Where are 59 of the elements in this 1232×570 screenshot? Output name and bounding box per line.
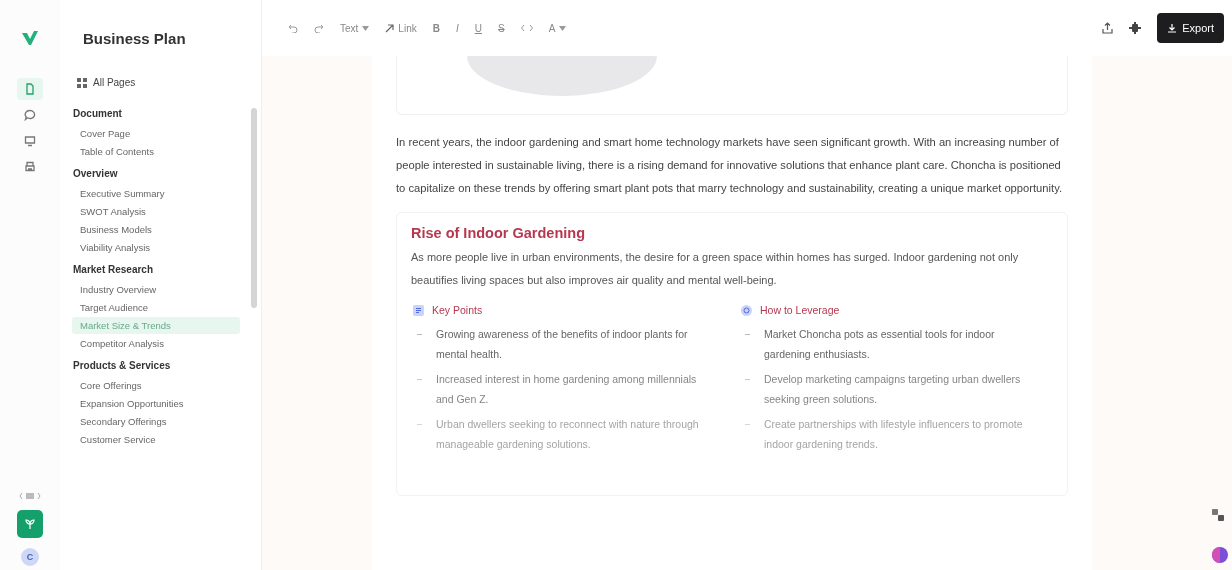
section-heading: Products & Services bbox=[73, 360, 172, 371]
target-icon bbox=[741, 304, 752, 316]
panel-toggle-icon[interactable] bbox=[19, 492, 41, 500]
nav-item[interactable]: Competitor Analysis bbox=[72, 335, 240, 352]
nav-item[interactable]: Executive Summary bbox=[72, 185, 240, 202]
download-icon bbox=[1167, 23, 1178, 33]
plugin-icon[interactable] bbox=[1129, 22, 1142, 34]
scrollbar[interactable] bbox=[251, 108, 257, 308]
bullet-text: Create partnerships with lifestyle influencers to promote indoor gardening trends. bbox=[764, 417, 1024, 452]
logo-icon bbox=[21, 30, 39, 46]
section-heading: Market Research bbox=[73, 264, 155, 275]
card-paragraph: As more people live in urban environments, the desire for a green space within homes has surged. Indoor gardening not only beautifies living spaces but also improves air quality and mental well-being. bbox=[411, 250, 1020, 288]
section-heading: Overview bbox=[73, 168, 119, 179]
nav-item[interactable]: Industry Overview bbox=[72, 281, 240, 298]
list-icon bbox=[413, 304, 424, 316]
body-paragraph: In recent years, the indoor gardening and smart home technology markets have seen significant growth. With an increasing number of people interested in sustainable living, there is a rising demand for innovative solutions that enhance plant care. Choncha is positioned to capitalize on these trends by offering smart plant pots that marry technology and sustainability, creating a unique market opportunity. bbox=[396, 135, 1064, 196]
nav-item[interactable]: Target Audience bbox=[72, 299, 240, 316]
nav-item[interactable]: Cover Page bbox=[72, 125, 240, 142]
share-icon[interactable] bbox=[1102, 22, 1114, 34]
grid-icon bbox=[77, 77, 87, 88]
underline-button[interactable]: U bbox=[474, 22, 482, 34]
link-button[interactable]: Link bbox=[385, 22, 417, 34]
bold-button[interactable]: B bbox=[432, 22, 440, 34]
nav-item[interactable]: Core Offerings bbox=[72, 377, 240, 394]
bullet-text: Growing awareness of the benefits of indoor plants for mental health. bbox=[436, 327, 689, 362]
nav-item[interactable]: Viability Analysis bbox=[72, 239, 240, 256]
nav-item[interactable]: Secondary Offerings bbox=[72, 413, 240, 430]
all-pages-label: All Pages bbox=[93, 77, 136, 88]
arrow-icon bbox=[385, 23, 395, 33]
card-title: Rise of Indoor Gardening bbox=[411, 225, 586, 241]
caret-icon bbox=[362, 25, 370, 31]
undo-icon[interactable] bbox=[288, 23, 298, 33]
bullet-text: Urban dwellers seeking to reconnect with nature through manageable gardening solutions. bbox=[436, 417, 700, 452]
text-style-dropdown[interactable]: Text bbox=[340, 22, 370, 34]
section-heading: Document bbox=[73, 108, 123, 119]
all-pages-link[interactable]: All Pages bbox=[77, 77, 261, 88]
strikethrough-button[interactable]: S bbox=[497, 22, 505, 34]
code-icon[interactable] bbox=[520, 24, 533, 32]
italic-button[interactable]: I bbox=[455, 22, 459, 34]
document-icon[interactable] bbox=[17, 78, 43, 100]
plant-button[interactable] bbox=[17, 510, 43, 538]
bullet-text: Develop marketing campaigns targeting urban dwellers seeking green solutions. bbox=[764, 372, 1022, 407]
export-button[interactable]: Export bbox=[1157, 13, 1224, 43]
user-avatar[interactable]: C bbox=[21, 548, 39, 566]
sprout-icon bbox=[24, 518, 36, 530]
nav-item[interactable]: Customer Service bbox=[72, 431, 240, 448]
nav-item[interactable]: Table of Contents bbox=[72, 143, 240, 160]
nav-item[interactable]: SWOT Analysis bbox=[72, 203, 240, 220]
column-heading: How to Leverage bbox=[760, 304, 840, 316]
document-title: Business Plan bbox=[83, 30, 187, 47]
translate-icon[interactable] bbox=[1211, 508, 1225, 522]
nav-item[interactable]: Business Models bbox=[72, 221, 240, 238]
bullet-text: Increased interest in home gardening among millennials and Gen Z. bbox=[436, 372, 698, 407]
bullet-text: Market Choncha pots as essential tools for indoor gardening enthusiasts. bbox=[764, 327, 996, 362]
text-color-dropdown[interactable]: A bbox=[548, 22, 567, 34]
column-heading: Key Points bbox=[432, 304, 483, 316]
redo-icon[interactable] bbox=[314, 23, 324, 33]
caret-icon bbox=[559, 25, 567, 31]
nav-item[interactable]: Expansion Opportunities bbox=[72, 395, 240, 412]
